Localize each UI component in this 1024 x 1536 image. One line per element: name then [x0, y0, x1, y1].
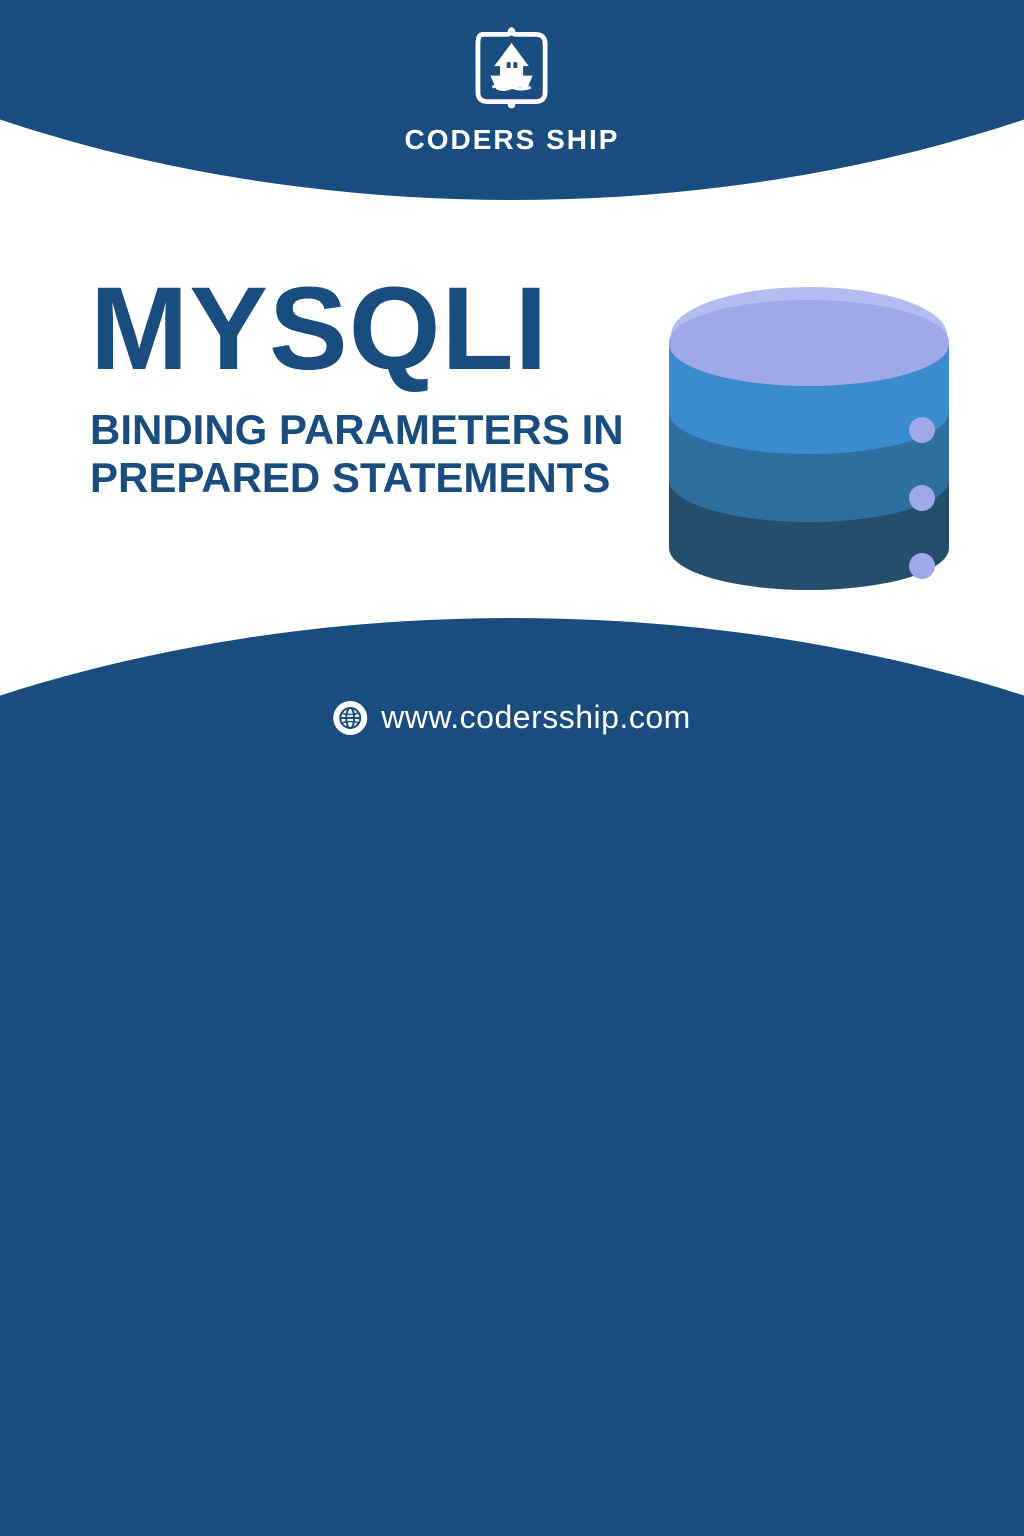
globe-icon: [333, 701, 367, 735]
subheadline: BINDING PARAMETERS IN PREPARED STATEMENT…: [90, 406, 650, 503]
logo-block: CODERS SHIP: [405, 20, 620, 156]
bottom-arc-background: [0, 618, 1024, 1536]
headline: MYSQLI: [90, 270, 650, 388]
main-text-block: MYSQLI BINDING PARAMETERS IN PREPARED ST…: [90, 270, 650, 503]
brand-name: CODERS SHIP: [405, 124, 620, 156]
website-url: www.codersship.com: [381, 699, 691, 736]
database-icon: [664, 270, 954, 590]
footer: www.codersship.com: [333, 699, 691, 736]
ship-logo-icon: [464, 20, 560, 116]
